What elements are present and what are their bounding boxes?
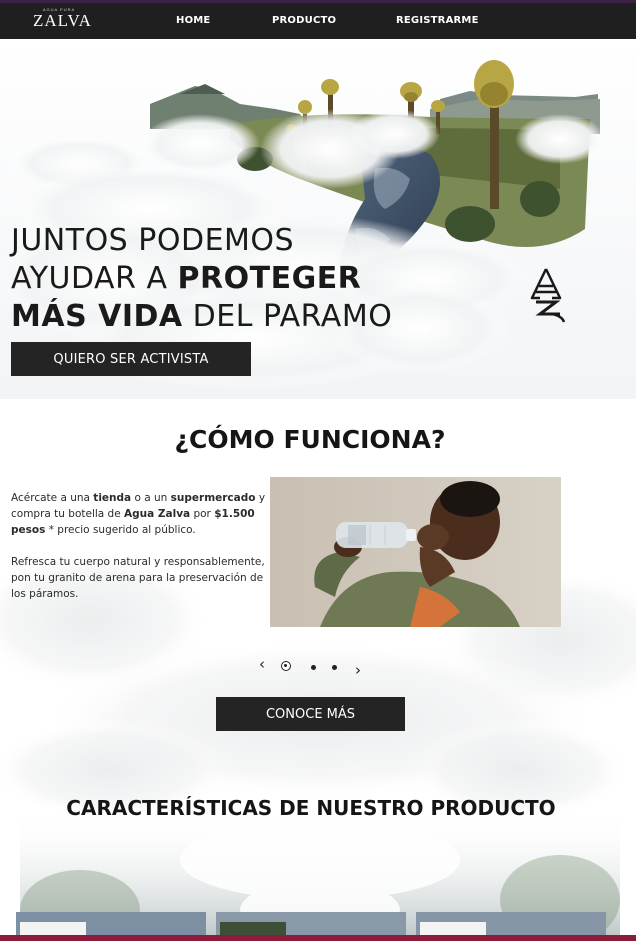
nav-link-registrarme[interactable]: REGISTRARME xyxy=(396,15,479,26)
hero-title-line-3-regular: DEL PARAMO xyxy=(182,299,393,334)
how-title-bold: FUNCIONA? xyxy=(283,425,446,454)
features-title-regular: CARACTERÍSTICAS DE NUESTRO xyxy=(66,796,431,820)
how-p1-bold-tienda: tienda xyxy=(93,492,132,504)
how-p1-text-2: o a un xyxy=(131,492,171,504)
hero-title-line-2-regular: AYUDAR A xyxy=(11,261,178,296)
carousel-dot-3[interactable] xyxy=(332,665,337,670)
carousel-prev-button[interactable]: ‹ xyxy=(259,657,265,672)
how-p1-bold-agua-zalva: Agua Zalva xyxy=(124,508,191,520)
how-paragraph-refresh: Refresca tu cuerpo natural y responsable… xyxy=(11,556,265,600)
carousel-dot-2[interactable] xyxy=(311,665,316,670)
carousel-dot-1-active[interactable] xyxy=(281,661,291,671)
nav-link-home[interactable]: HOME xyxy=(176,15,210,26)
nav-link-producto[interactable]: PRODUCTO xyxy=(272,15,336,26)
hero-title-line-2-bold: PROTEGER xyxy=(177,261,362,296)
how-p1-text-4: por xyxy=(190,508,215,520)
cloud-background-illustration xyxy=(0,550,636,941)
features-title-bold: PRODUCTO xyxy=(430,796,556,820)
brand-name: ZALVA xyxy=(33,11,92,30)
section-title-caracteristicas: CARACTERÍSTICAS DE NUESTRO PRODUCTO xyxy=(0,796,622,820)
hero-title: JUNTOS PODEMOS AYUDAR A PROTEGER MÁS VID… xyxy=(11,222,431,336)
hero-title-line-3-bold: MÁS VIDA xyxy=(11,299,183,334)
man-drinking-water-photo xyxy=(270,477,561,627)
how-title-regular: ¿CÓMO xyxy=(174,425,284,454)
conoce-mas-button[interactable]: CONOCE MÁS xyxy=(216,697,405,731)
how-p1-text-1: Acércate a una xyxy=(11,492,94,504)
hero-title-line-3: MÁS VIDA DEL PARAMO xyxy=(11,298,431,336)
zalva-mountain-logo-icon xyxy=(530,268,566,323)
brand-logo[interactable]: AGUA PURA ZALVA xyxy=(33,6,92,36)
how-p1-text-5: * precio sugerido al público. xyxy=(45,524,196,536)
carousel-next-button[interactable]: › xyxy=(355,663,361,678)
quiero-ser-activista-button[interactable]: QUIERO SER ACTIVISTA xyxy=(11,342,251,376)
navbar: AGUA PURA ZALVA HOME PRODUCTO REGISTRARM… xyxy=(0,3,636,39)
section-title-como-funciona: ¿CÓMO FUNCIONA? xyxy=(0,425,620,454)
hero-title-line-1: JUNTOS PODEMOS xyxy=(11,223,295,258)
how-p1-bold-supermercado: supermercado xyxy=(170,492,256,504)
hero-title-line-2: AYUDAR A PROTEGER xyxy=(11,260,431,298)
bottom-accent-bar xyxy=(0,935,636,941)
how-paragraph-purchase: Acércate a una tienda o a un supermercad… xyxy=(11,490,269,538)
